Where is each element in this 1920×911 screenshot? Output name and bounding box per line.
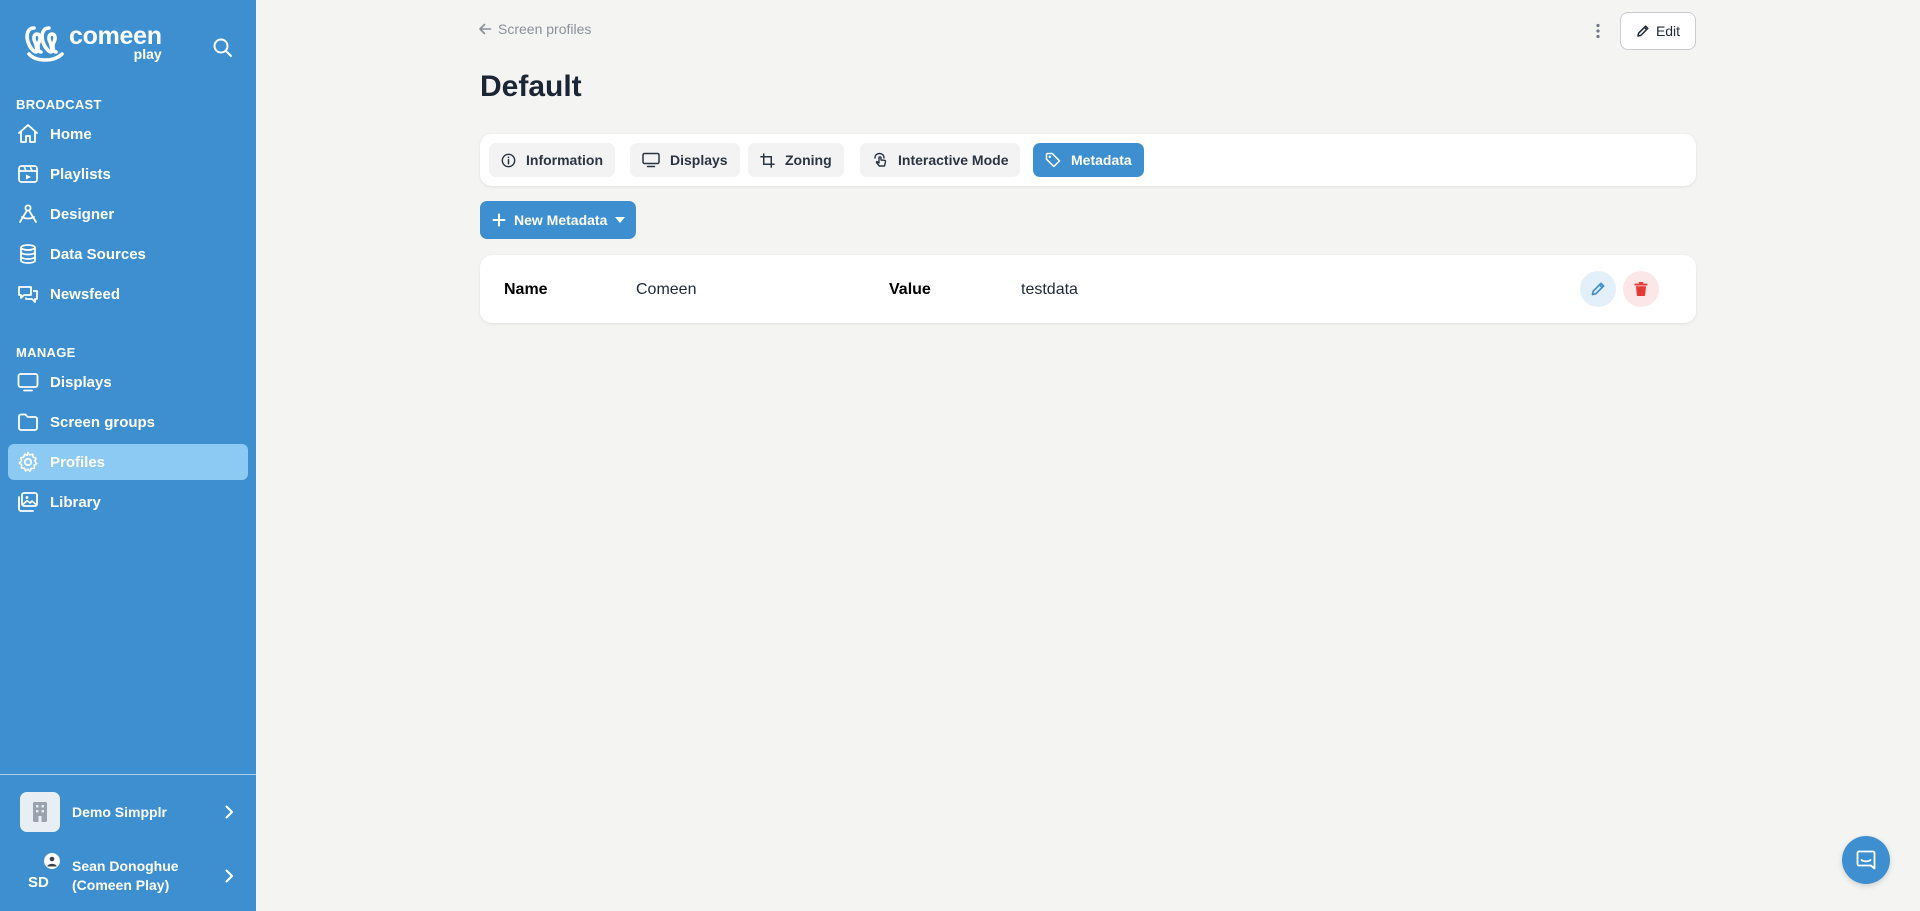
organization-avatar <box>20 792 60 832</box>
page-title: Default <box>480 70 582 103</box>
trash-icon <box>1634 282 1648 296</box>
metadata-row: Name Comeen Value testdata <box>480 255 1696 323</box>
organization-name: Demo Simpplr <box>72 804 167 820</box>
new-metadata-label: New Metadata <box>514 212 608 228</box>
edit-metadata-button[interactable] <box>1580 271 1616 307</box>
search-icon[interactable] <box>211 36 235 60</box>
sidebar-item-playlists[interactable]: Playlists <box>8 156 248 192</box>
home-icon <box>18 124 38 143</box>
user-name: Sean Donoghue (Comeen Play) <box>72 857 179 895</box>
building-icon <box>33 802 47 822</box>
plus-icon <box>492 213 506 227</box>
tab-metadata[interactable]: Metadata <box>1033 143 1144 177</box>
sidebar-item-data-sources[interactable]: Data Sources <box>8 236 248 272</box>
comeen-play-logo[interactable]: comeen play <box>24 24 162 64</box>
section-label-broadcast: BROADCAST <box>16 97 102 112</box>
edit-button[interactable]: Edit <box>1620 12 1696 50</box>
metadata-value-label: Value <box>889 281 931 298</box>
metadata-name-value: Comeen <box>636 281 697 298</box>
tab-displays[interactable]: Displays <box>630 143 740 177</box>
newsfeed-icon <box>18 286 38 303</box>
chat-icon <box>1856 850 1876 870</box>
sidebar-item-profiles[interactable]: Profiles <box>8 444 248 480</box>
user-name-line2: (Comeen Play) <box>72 877 170 893</box>
tab-information[interactable]: Information <box>489 143 615 177</box>
sidebar: comeen play BROADCAST Home Playlists Des… <box>0 0 256 911</box>
crop-icon <box>760 152 775 168</box>
designer-icon <box>19 204 37 223</box>
tab-label: Information <box>526 152 603 168</box>
pencil-icon <box>1591 282 1605 296</box>
caret-down-icon <box>615 217 626 223</box>
chevron-right-icon <box>225 805 233 819</box>
user-name-line1: Sean Donoghue <box>72 858 179 874</box>
tab-label: Displays <box>670 152 728 168</box>
sidebar-item-label: Profiles <box>50 453 106 471</box>
library-icon <box>18 492 38 512</box>
arrow-left-icon <box>479 23 492 35</box>
sidebar-item-label: Playlists <box>50 165 111 183</box>
metadata-name-label: Name <box>504 281 548 298</box>
pencil-icon <box>1637 25 1649 37</box>
playlists-icon <box>18 165 38 183</box>
sidebar-item-screen-groups[interactable]: Screen groups <box>8 404 248 440</box>
chat-support-button[interactable] <box>1842 836 1890 884</box>
tab-zoning[interactable]: Zoning <box>748 143 844 177</box>
database-icon <box>20 244 36 264</box>
sidebar-item-designer[interactable]: Designer <box>8 196 248 232</box>
logo-wordmark: comeen play <box>69 24 162 62</box>
avatar: SD <box>28 853 60 891</box>
monitor-icon <box>642 152 660 168</box>
sidebar-item-label: Designer <box>50 205 115 223</box>
edit-button-label: Edit <box>1655 23 1681 39</box>
tab-label: Metadata <box>1071 152 1132 168</box>
monitor-icon <box>17 373 39 392</box>
metadata-value-value: testdata <box>1021 281 1078 298</box>
sidebar-item-label: Screen groups <box>50 413 156 431</box>
new-metadata-button[interactable]: New Metadata <box>480 201 636 239</box>
breadcrumb-label: Screen profiles <box>498 21 592 37</box>
sidebar-item-displays[interactable]: Displays <box>8 364 248 400</box>
tag-icon <box>1045 152 1061 168</box>
breadcrumb[interactable]: Screen profiles <box>478 21 591 37</box>
sidebar-item-label: Home <box>50 125 92 143</box>
folder-icon <box>18 413 38 431</box>
user-badge-icon <box>44 853 60 869</box>
tab-interactive-mode[interactable]: Interactive Mode <box>860 143 1021 177</box>
chevron-right-icon <box>225 869 233 883</box>
sidebar-item-label: Library <box>50 493 101 511</box>
more-options-icon[interactable] <box>1589 19 1607 43</box>
sidebar-item-label: Newsfeed <box>50 285 121 303</box>
info-icon <box>501 153 516 167</box>
sidebar-item-library[interactable]: Library <box>8 484 248 520</box>
sidebar-item-label: Displays <box>50 373 112 391</box>
organization-switcher[interactable]: Demo Simpplr <box>0 786 256 838</box>
sidebar-item-label: Data Sources <box>50 245 146 263</box>
touch-icon <box>874 152 887 167</box>
delete-metadata-button[interactable] <box>1623 271 1659 307</box>
gear-icon <box>18 451 38 472</box>
user-initials: SD <box>28 874 49 891</box>
user-menu[interactable]: SD Sean Donoghue (Comeen Play) <box>0 850 256 902</box>
sidebar-item-newsfeed[interactable]: Newsfeed <box>8 276 248 312</box>
section-label-manage: MANAGE <box>16 345 76 360</box>
comeen-logo-mark-icon <box>25 26 64 62</box>
profile-tabs: Information Displays Zoning Interactive … <box>480 134 1696 186</box>
tab-label: Zoning <box>785 152 832 168</box>
sidebar-item-home[interactable]: Home <box>8 116 248 152</box>
sidebar-divider <box>0 774 256 775</box>
tab-label: Interactive Mode <box>898 152 1009 168</box>
